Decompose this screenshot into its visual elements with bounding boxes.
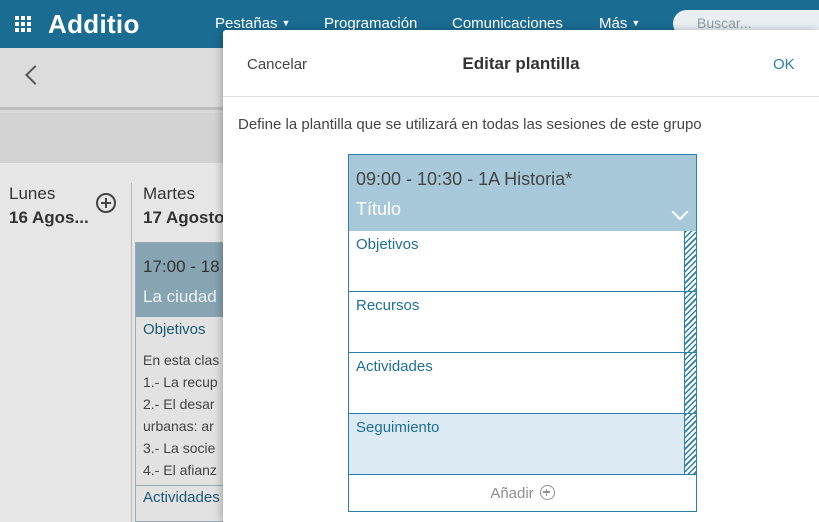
template-time-group: 09:00 - 10:30 - 1A Historia* bbox=[356, 169, 573, 189]
session-time: 17:00 - 18 bbox=[143, 257, 220, 276]
drag-handle-icon[interactable] bbox=[684, 231, 696, 291]
session-title: La ciudad bbox=[143, 287, 217, 306]
session-text-line: 3.- La socie bbox=[143, 440, 216, 456]
session-card[interactable]: 17:00 - 18 La ciudad Objetivos En esta c… bbox=[135, 242, 235, 522]
session-section-label: Actividades bbox=[143, 489, 220, 506]
ok-button[interactable]: OK bbox=[773, 56, 795, 73]
modal-description: Define la plantilla que se utilizará en … bbox=[238, 116, 702, 133]
template-card: 09:00 - 10:30 - 1A Historia* Título Obje… bbox=[348, 154, 697, 512]
day-date: 16 Agos... bbox=[9, 208, 89, 227]
column-divider bbox=[131, 183, 132, 522]
session-section-label: Objetivos bbox=[143, 321, 206, 338]
caret-down-icon: ▼ bbox=[281, 18, 291, 28]
modal-title: Editar plantilla bbox=[462, 54, 580, 73]
drag-handle-icon[interactable] bbox=[684, 292, 696, 352]
session-text-line: En esta clas bbox=[143, 352, 220, 368]
session-text-line: 1.- La recup bbox=[143, 374, 218, 390]
template-header[interactable]: 09:00 - 10:30 - 1A Historia* Título bbox=[349, 155, 696, 231]
drag-handle-icon[interactable] bbox=[684, 414, 696, 474]
add-section-label: Añadir bbox=[490, 485, 534, 502]
add-section-button[interactable]: Añadir bbox=[349, 474, 696, 511]
template-section-label: Seguimiento bbox=[356, 419, 440, 436]
template-section-label: Objetivos bbox=[356, 236, 419, 253]
day-name: Lunes bbox=[9, 184, 56, 203]
chevron-down-icon[interactable] bbox=[671, 203, 689, 221]
session-card-header: 17:00 - 18 La ciudad bbox=[136, 243, 234, 317]
modal-divider bbox=[223, 96, 819, 97]
add-session-icon[interactable] bbox=[96, 193, 116, 213]
day-date: 17 Agosto bbox=[143, 208, 225, 227]
day-name: Martes bbox=[143, 184, 195, 203]
template-section-actividades[interactable]: Actividades bbox=[349, 353, 696, 414]
session-text-line: 4.- El afianz bbox=[143, 462, 217, 478]
cancel-button[interactable]: Cancelar bbox=[247, 56, 307, 73]
drag-handle-icon[interactable] bbox=[684, 353, 696, 413]
plus-circle-icon bbox=[539, 485, 555, 500]
template-section-recursos[interactable]: Recursos bbox=[349, 292, 696, 353]
template-section-objetivos[interactable]: Objetivos bbox=[349, 231, 696, 292]
template-section-label: Actividades bbox=[356, 358, 433, 375]
edit-template-modal: Editar plantilla Cancelar OK Define la p… bbox=[223, 30, 819, 522]
template-title[interactable]: Título bbox=[356, 199, 401, 220]
apps-grid-icon[interactable] bbox=[15, 16, 31, 32]
section-divider bbox=[136, 485, 234, 486]
session-text-line: 2.- El desar bbox=[143, 396, 215, 412]
template-section-label: Recursos bbox=[356, 297, 420, 314]
template-section-seguimiento[interactable]: Seguimiento bbox=[349, 414, 696, 475]
caret-down-icon: ▼ bbox=[631, 18, 641, 28]
app-logo[interactable]: Additio bbox=[48, 9, 140, 40]
session-text-line: urbanas: ar bbox=[143, 418, 214, 434]
